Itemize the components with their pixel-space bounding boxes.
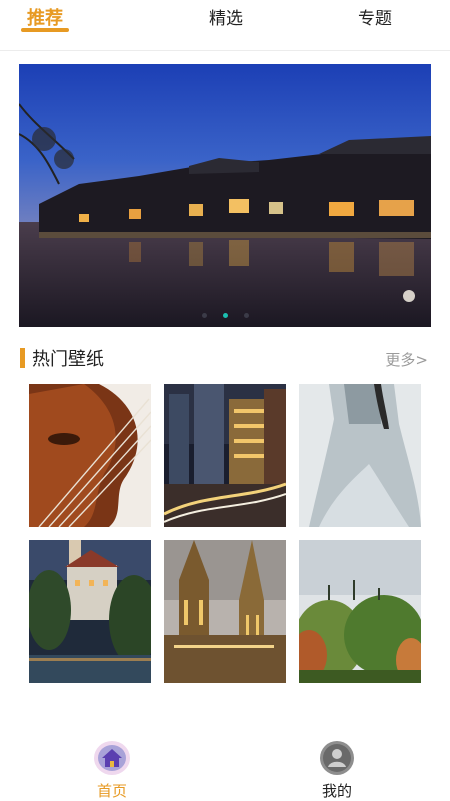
wallpaper-thumb-trees[interactable] — [299, 540, 421, 683]
bottom-nav: 首页 我的 — [0, 738, 450, 800]
carousel-indicators — [19, 313, 431, 318]
tab-topics[interactable]: 专题 — [330, 4, 420, 29]
nav-profile-label: 我的 — [321, 782, 352, 800]
carousel-dot-active[interactable] — [222, 313, 228, 318]
home-icon — [94, 741, 130, 775]
wallpaper-thumb-city-night[interactable] — [164, 384, 286, 527]
hot-wallpapers-header: 热门壁纸 更多> — [20, 344, 430, 374]
nav-home-label: 首页 — [96, 782, 127, 800]
nav-home[interactable]: 首页 — [67, 738, 157, 801]
nav-profile[interactable]: 我的 — [292, 738, 382, 801]
wallpaper-thumb-castle-lake[interactable] — [29, 540, 151, 683]
tab-recommend[interactable]: 推荐 — [0, 4, 90, 30]
section-accent-bar — [20, 348, 25, 368]
banner-image — [19, 64, 431, 327]
wallpaper-thumb-cathedral[interactable] — [164, 540, 286, 683]
profile-icon — [320, 741, 354, 775]
banner-carousel[interactable] — [19, 64, 431, 327]
section-title: 热门壁纸 — [32, 349, 104, 370]
carousel-dot[interactable] — [243, 313, 249, 318]
more-link[interactable]: 更多> — [385, 349, 428, 370]
wallpaper-thumb-violin[interactable] — [29, 384, 151, 527]
carousel-dot[interactable] — [201, 313, 207, 318]
tab-active-underline — [21, 28, 69, 32]
tab-featured[interactable]: 精选 — [181, 4, 271, 29]
wallpaper-thumb-dress[interactable] — [299, 384, 421, 527]
top-tab-bar: 推荐 精选 专题 — [0, 0, 450, 51]
